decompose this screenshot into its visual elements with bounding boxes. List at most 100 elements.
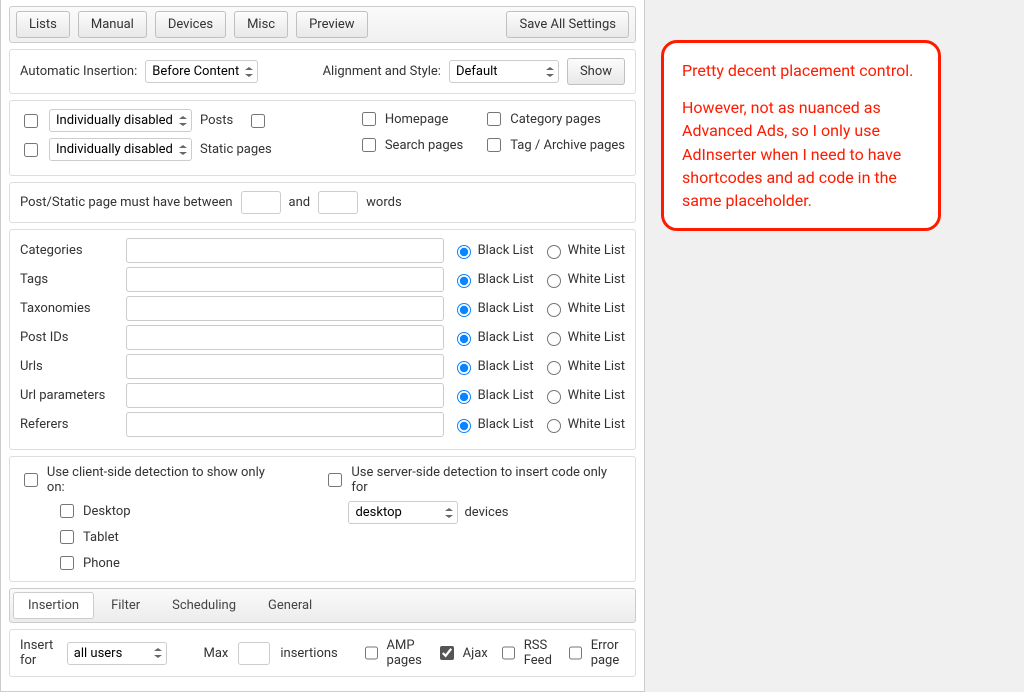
filter-label: Post IDs bbox=[20, 330, 118, 345]
ajax-checkbox[interactable] bbox=[440, 646, 454, 660]
auto-insertion-label: Automatic Insertion: bbox=[20, 64, 137, 79]
urls-black-radio[interactable] bbox=[457, 361, 471, 375]
filter-lists-section: Categories Black List White List Tags Bl… bbox=[9, 229, 636, 450]
filter-label: Categories bbox=[20, 243, 118, 258]
sub-tabbar: Insertion Filter Scheduling General bbox=[9, 588, 636, 623]
insertion-options-section: Insert for all users Max insertions AMP … bbox=[9, 629, 636, 677]
client-side-checkbox[interactable] bbox=[24, 473, 38, 487]
urls-white-radio[interactable] bbox=[547, 361, 561, 375]
urlparams-black-radio[interactable] bbox=[457, 390, 471, 404]
callout-text-1: Pretty decent placement control. bbox=[682, 59, 920, 82]
annotation-callout: Pretty decent placement control. However… bbox=[661, 40, 941, 231]
category-checkbox[interactable] bbox=[487, 112, 501, 126]
categories-black-radio[interactable] bbox=[457, 245, 471, 259]
settings-panel: Lists Manual Devices Misc Preview Save A… bbox=[0, 0, 645, 692]
tags-white-radio[interactable] bbox=[547, 274, 561, 288]
preview-button[interactable]: Preview bbox=[296, 11, 367, 38]
filter-label: Taxonomies bbox=[20, 301, 118, 316]
top-toolbar: Lists Manual Devices Misc Preview Save A… bbox=[9, 6, 636, 43]
filter-taxonomies-row: Taxonomies Black List White List bbox=[20, 296, 625, 321]
filter-label: Urls bbox=[20, 359, 118, 374]
tablet-checkbox[interactable] bbox=[60, 530, 74, 544]
posts-extra-checkbox[interactable] bbox=[251, 114, 265, 128]
misc-button[interactable]: Misc bbox=[234, 11, 288, 38]
alignment-label: Alignment and Style: bbox=[323, 64, 441, 79]
insert-for-select[interactable]: all users bbox=[67, 642, 167, 665]
referers-black-radio[interactable] bbox=[457, 419, 471, 433]
homepage-checkbox[interactable] bbox=[362, 112, 376, 126]
postids-input[interactable] bbox=[126, 325, 444, 350]
taxonomies-input[interactable] bbox=[126, 296, 444, 321]
client-side-label: Use client-side detection to show only o… bbox=[47, 465, 285, 495]
filter-categories-row: Categories Black List White List bbox=[20, 238, 625, 263]
max-label: Max bbox=[203, 646, 228, 661]
urls-input[interactable] bbox=[126, 354, 444, 379]
tags-black-radio[interactable] bbox=[457, 274, 471, 288]
max-words-input[interactable] bbox=[318, 191, 358, 214]
filter-label: Url parameters bbox=[20, 388, 118, 403]
urlparams-white-radio[interactable] bbox=[547, 390, 561, 404]
search-checkbox[interactable] bbox=[362, 138, 376, 152]
tag-checkbox[interactable] bbox=[487, 138, 501, 152]
category-label: Category pages bbox=[510, 112, 601, 127]
static-label: Static pages bbox=[200, 142, 272, 157]
static-enable-checkbox[interactable] bbox=[24, 143, 38, 157]
auto-insertion-section: Automatic Insertion: Before Content Alig… bbox=[9, 49, 636, 94]
word-count-section: Post/Static page must have between and w… bbox=[9, 182, 636, 223]
server-side-checkbox[interactable] bbox=[328, 473, 342, 487]
taxonomies-white-radio[interactable] bbox=[547, 303, 561, 317]
filter-urls-row: Urls Black List White List bbox=[20, 354, 625, 379]
min-words-input[interactable] bbox=[241, 191, 281, 214]
tab-general[interactable]: General bbox=[253, 592, 327, 619]
insert-for-label: Insert for bbox=[20, 638, 57, 668]
amp-checkbox[interactable] bbox=[365, 646, 378, 660]
urlparams-input[interactable] bbox=[126, 383, 444, 408]
insertions-label: insertions bbox=[280, 646, 337, 661]
wordcount-suffix: words bbox=[366, 195, 402, 210]
server-side-label: Use server-side detection to insert code… bbox=[351, 465, 625, 495]
phone-checkbox[interactable] bbox=[60, 556, 74, 570]
homepage-label: Homepage bbox=[385, 112, 449, 127]
tag-label: Tag / Archive pages bbox=[510, 138, 625, 153]
search-label: Search pages bbox=[385, 138, 463, 153]
alignment-select[interactable]: Default bbox=[449, 60, 559, 83]
tags-input[interactable] bbox=[126, 267, 444, 292]
save-all-button[interactable]: Save All Settings bbox=[506, 11, 629, 38]
max-insertions-input[interactable] bbox=[238, 642, 270, 665]
tab-scheduling[interactable]: Scheduling bbox=[157, 592, 251, 619]
devices-button[interactable]: Devices bbox=[155, 11, 226, 38]
posts-mode-select[interactable]: Individually disabled bbox=[49, 109, 192, 132]
server-device-select[interactable]: desktop bbox=[348, 501, 458, 524]
postids-black-radio[interactable] bbox=[457, 332, 471, 346]
filter-referers-row: Referers Black List White List bbox=[20, 412, 625, 437]
posts-label: Posts bbox=[200, 113, 233, 128]
filter-urlparams-row: Url parameters Black List White List bbox=[20, 383, 625, 408]
callout-text-2: However, not as nuanced as Advanced Ads,… bbox=[682, 96, 920, 212]
filter-label: Referers bbox=[20, 417, 118, 432]
filter-tags-row: Tags Black List White List bbox=[20, 267, 625, 292]
filter-postids-row: Post IDs Black List White List bbox=[20, 325, 625, 350]
auto-insertion-select[interactable]: Before Content bbox=[145, 60, 258, 83]
lists-button[interactable]: Lists bbox=[16, 11, 70, 38]
server-suffix: devices bbox=[464, 505, 508, 520]
manual-button[interactable]: Manual bbox=[78, 11, 147, 38]
error-checkbox[interactable] bbox=[569, 646, 582, 660]
detection-section: Use client-side detection to show only o… bbox=[9, 456, 636, 582]
page-types-section: Individually disabled Posts Individually… bbox=[9, 100, 636, 176]
categories-white-radio[interactable] bbox=[547, 245, 561, 259]
tab-insertion[interactable]: Insertion bbox=[13, 592, 94, 619]
referers-white-radio[interactable] bbox=[547, 419, 561, 433]
taxonomies-black-radio[interactable] bbox=[457, 303, 471, 317]
wordcount-prefix: Post/Static page must have between bbox=[20, 195, 233, 210]
postids-white-radio[interactable] bbox=[547, 332, 561, 346]
categories-input[interactable] bbox=[126, 238, 444, 263]
static-mode-select[interactable]: Individually disabled bbox=[49, 138, 192, 161]
referers-input[interactable] bbox=[126, 412, 444, 437]
desktop-checkbox[interactable] bbox=[60, 504, 74, 518]
wordcount-mid: and bbox=[289, 195, 311, 210]
tab-filter[interactable]: Filter bbox=[96, 592, 155, 619]
filter-label: Tags bbox=[20, 272, 118, 287]
show-button[interactable]: Show bbox=[567, 58, 625, 85]
rss-checkbox[interactable] bbox=[502, 646, 515, 660]
posts-enable-checkbox[interactable] bbox=[24, 114, 38, 128]
